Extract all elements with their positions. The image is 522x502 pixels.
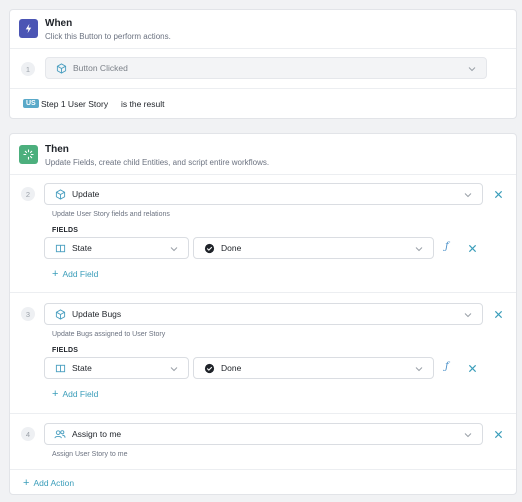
action-select-assign[interactable]: Assign to me bbox=[44, 423, 483, 445]
chevron-down-icon bbox=[170, 247, 178, 252]
chevron-down-icon bbox=[415, 367, 423, 372]
plus-icon: + bbox=[52, 268, 59, 280]
add-action-button[interactable]: + Add Action bbox=[23, 477, 75, 489]
chevron-down-icon bbox=[464, 193, 472, 198]
field-name: State bbox=[72, 363, 92, 373]
cube-icon bbox=[54, 308, 66, 320]
user-story-badge: US bbox=[23, 99, 39, 108]
divider bbox=[10, 174, 516, 175]
users-icon bbox=[54, 428, 66, 440]
field-name: State bbox=[72, 243, 92, 253]
action-number: 3 bbox=[21, 307, 35, 321]
fields-label: FIELDS bbox=[52, 347, 79, 354]
action-number: 2 bbox=[21, 187, 35, 201]
action-description: Update User Story fields and relations bbox=[52, 211, 170, 218]
divider bbox=[10, 413, 516, 414]
then-subtitle: Update Fields, create child Entities, an… bbox=[45, 158, 270, 167]
close-icon bbox=[468, 244, 476, 252]
field-value: Done bbox=[221, 363, 242, 373]
chevron-down-icon bbox=[464, 433, 472, 438]
action-select-update[interactable]: Update bbox=[44, 183, 483, 205]
when-card: When Click this Button to perform action… bbox=[9, 9, 517, 119]
then-card: Then Update Fields, create child Entitie… bbox=[9, 133, 517, 495]
divider bbox=[10, 48, 516, 49]
step-number: 1 bbox=[21, 62, 35, 76]
sparkle-icon bbox=[19, 145, 38, 164]
plus-icon: + bbox=[23, 477, 30, 489]
chevron-down-icon bbox=[468, 67, 476, 72]
divider bbox=[10, 292, 516, 293]
close-icon bbox=[494, 190, 502, 198]
then-title: Then bbox=[45, 144, 69, 155]
when-subtitle: Click this Button to perform actions. bbox=[45, 32, 171, 41]
close-icon bbox=[494, 310, 502, 318]
close-icon bbox=[494, 430, 502, 438]
remove-field-button[interactable] bbox=[466, 362, 478, 374]
field-value: Done bbox=[221, 243, 242, 253]
function-icon[interactable]: ƒ bbox=[445, 241, 449, 252]
remove-action-button[interactable] bbox=[492, 308, 504, 320]
action-select-update-bugs[interactable]: Update Bugs bbox=[44, 303, 483, 325]
cube-icon bbox=[54, 188, 66, 200]
check-circle-icon bbox=[203, 362, 215, 374]
add-field-button[interactable]: + Add Field bbox=[52, 388, 99, 400]
fields-label: FIELDS bbox=[52, 227, 79, 234]
field-value-select[interactable]: Done bbox=[193, 237, 434, 259]
action-label: Update Bugs bbox=[72, 309, 122, 319]
remove-action-button[interactable] bbox=[492, 428, 504, 440]
field-name-select[interactable]: State bbox=[44, 237, 189, 259]
add-action-label: Add Action bbox=[33, 478, 75, 488]
chevron-down-icon bbox=[464, 313, 472, 318]
action-label: Update bbox=[72, 189, 100, 199]
trigger-select[interactable]: Button Clicked bbox=[45, 57, 487, 79]
field-value-select[interactable]: Done bbox=[193, 357, 434, 379]
result-step[interactable]: Step 1 User Story bbox=[41, 99, 108, 109]
close-icon bbox=[468, 364, 476, 372]
trigger-label: Button Clicked bbox=[73, 63, 128, 73]
cube-icon bbox=[55, 62, 67, 74]
chevron-down-icon bbox=[415, 247, 423, 252]
field-icon bbox=[54, 362, 66, 374]
divider bbox=[10, 469, 516, 470]
action-description: Update Bugs assigned to User Story bbox=[52, 331, 166, 338]
add-field-label: Add Field bbox=[62, 269, 99, 279]
remove-field-button[interactable] bbox=[466, 242, 478, 254]
field-icon bbox=[54, 242, 66, 254]
plus-icon: + bbox=[52, 388, 59, 400]
action-number: 4 bbox=[21, 427, 35, 441]
add-field-label: Add Field bbox=[62, 389, 99, 399]
when-title: When bbox=[45, 18, 73, 29]
check-circle-icon bbox=[203, 242, 215, 254]
divider bbox=[10, 88, 516, 89]
lightning-icon bbox=[19, 19, 38, 38]
remove-action-button[interactable] bbox=[492, 188, 504, 200]
add-field-button[interactable]: + Add Field bbox=[52, 268, 99, 280]
chevron-down-icon bbox=[170, 367, 178, 372]
result-text: is the result bbox=[121, 99, 165, 109]
function-icon[interactable]: ƒ bbox=[445, 361, 449, 372]
field-name-select[interactable]: State bbox=[44, 357, 189, 379]
action-description: Assign User Story to me bbox=[52, 451, 128, 458]
action-label: Assign to me bbox=[72, 429, 122, 439]
